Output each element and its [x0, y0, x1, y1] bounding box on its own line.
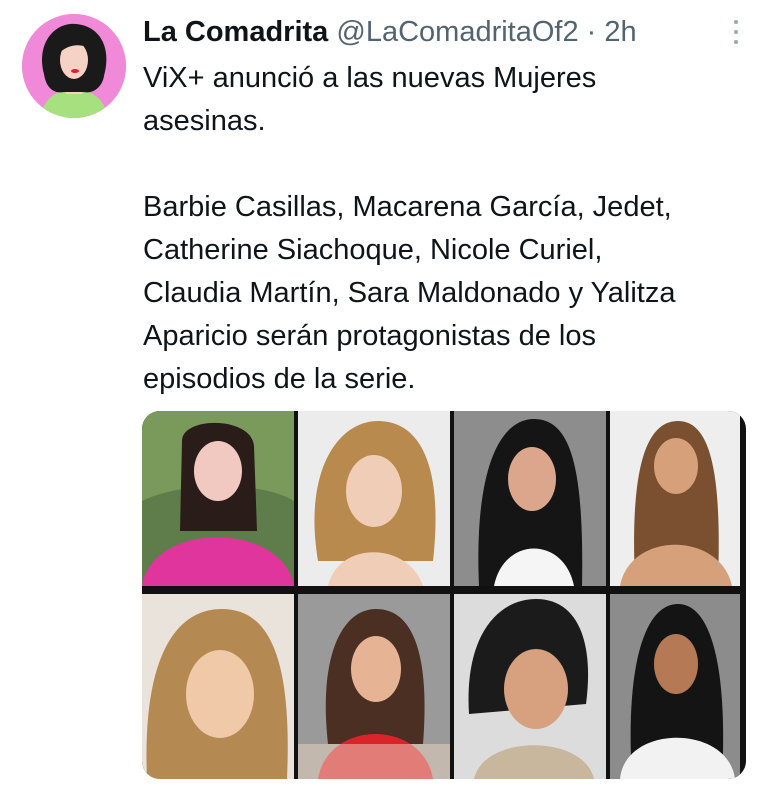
- tweet-media-grid[interactable]: [142, 411, 746, 779]
- media-photo[interactable]: [298, 594, 450, 779]
- media-photo[interactable]: [454, 594, 606, 779]
- display-name[interactable]: La Comadrita: [143, 16, 328, 48]
- text-line: episodios de la serie.: [143, 363, 416, 395]
- tweet-header: La Comadrita @LaComadritaOf2 · 2h: [143, 13, 728, 51]
- tweet-text: ViX+ anunció a las nuevas Mujeres asesin…: [143, 57, 753, 401]
- media-photo[interactable]: [298, 411, 450, 586]
- text-line: Catherine Siachoque, Nicole Curiel,: [143, 234, 603, 266]
- separator-dot: ·: [586, 16, 597, 48]
- media-photo[interactable]: [454, 411, 606, 586]
- media-photo[interactable]: [142, 594, 294, 779]
- avatar[interactable]: [22, 14, 126, 118]
- text-line: ViX+ anunció a las nuevas Mujeres: [143, 62, 597, 94]
- media-photo[interactable]: [142, 411, 294, 586]
- text-line: asesinas.: [143, 105, 266, 137]
- text-line: Claudia Martín, Sara Maldonado y Yalitza: [143, 277, 676, 309]
- user-handle[interactable]: @LaComadritaOf2: [336, 16, 578, 48]
- more-vertical-icon[interactable]: [732, 20, 740, 46]
- timestamp[interactable]: 2h: [604, 16, 636, 48]
- text-line: Aparicio serán protagonistas de los: [143, 320, 596, 352]
- media-photo[interactable]: [610, 411, 740, 586]
- media-photo[interactable]: [610, 594, 740, 779]
- text-line: Barbie Casillas, Macarena García, Jedet,: [143, 191, 672, 223]
